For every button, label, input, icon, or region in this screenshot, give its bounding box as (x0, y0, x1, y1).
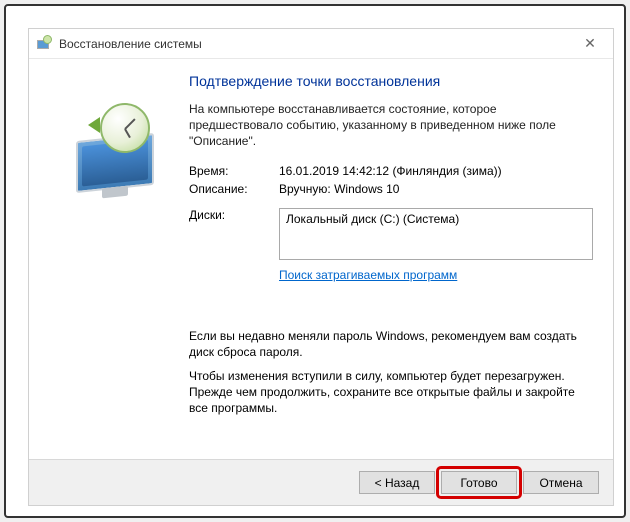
scan-programs-link[interactable]: Поиск затрагиваемых программ (279, 268, 457, 282)
restart-note: Чтобы изменения вступили в силу, компьют… (189, 368, 593, 417)
system-restore-icon (58, 99, 168, 209)
disks-label: Диски: (189, 208, 279, 260)
time-value: 16.01.2019 14:42:12 (Финляндия (зима)) (279, 164, 593, 178)
close-icon[interactable]: ✕ (573, 32, 607, 56)
cancel-button[interactable]: Отмена (523, 471, 599, 494)
finish-button[interactable]: Готово (441, 471, 517, 494)
notes-block: Если вы недавно меняли пароль Windows, р… (189, 328, 593, 417)
disk-item: Локальный диск (C:) (Система) (286, 212, 459, 226)
page-heading: Подтверждение точки восстановления (189, 73, 593, 89)
icon-column (43, 69, 183, 451)
description-row: Описание: Вручную: Windows 10 (189, 182, 593, 196)
button-bar: < Назад Готово Отмена (29, 459, 613, 505)
content-area: Подтверждение точки восстановления На ко… (29, 59, 613, 459)
screenshot-frame: Восстановление системы ✕ Подтверждение т… (4, 4, 626, 518)
page-description: На компьютере восстанавливается состояни… (189, 101, 593, 150)
titlebar: Восстановление системы ✕ (29, 29, 613, 59)
details-column: Подтверждение точки восстановления На ко… (183, 69, 593, 451)
password-note: Если вы недавно меняли пароль Windows, р… (189, 328, 593, 360)
time-row: Время: 16.01.2019 14:42:12 (Финляндия (з… (189, 164, 593, 178)
description-value: Вручную: Windows 10 (279, 182, 593, 196)
dialog-window: Восстановление системы ✕ Подтверждение т… (28, 28, 614, 506)
window-title: Восстановление системы (59, 37, 202, 51)
disks-listbox[interactable]: Локальный диск (C:) (Система) (279, 208, 593, 260)
disks-row: Диски: Локальный диск (C:) (Система) (189, 208, 593, 260)
restore-icon (35, 35, 53, 53)
back-button[interactable]: < Назад (359, 471, 435, 494)
time-label: Время: (189, 164, 279, 178)
description-label: Описание: (189, 182, 279, 196)
finish-highlight: Готово (441, 471, 517, 494)
